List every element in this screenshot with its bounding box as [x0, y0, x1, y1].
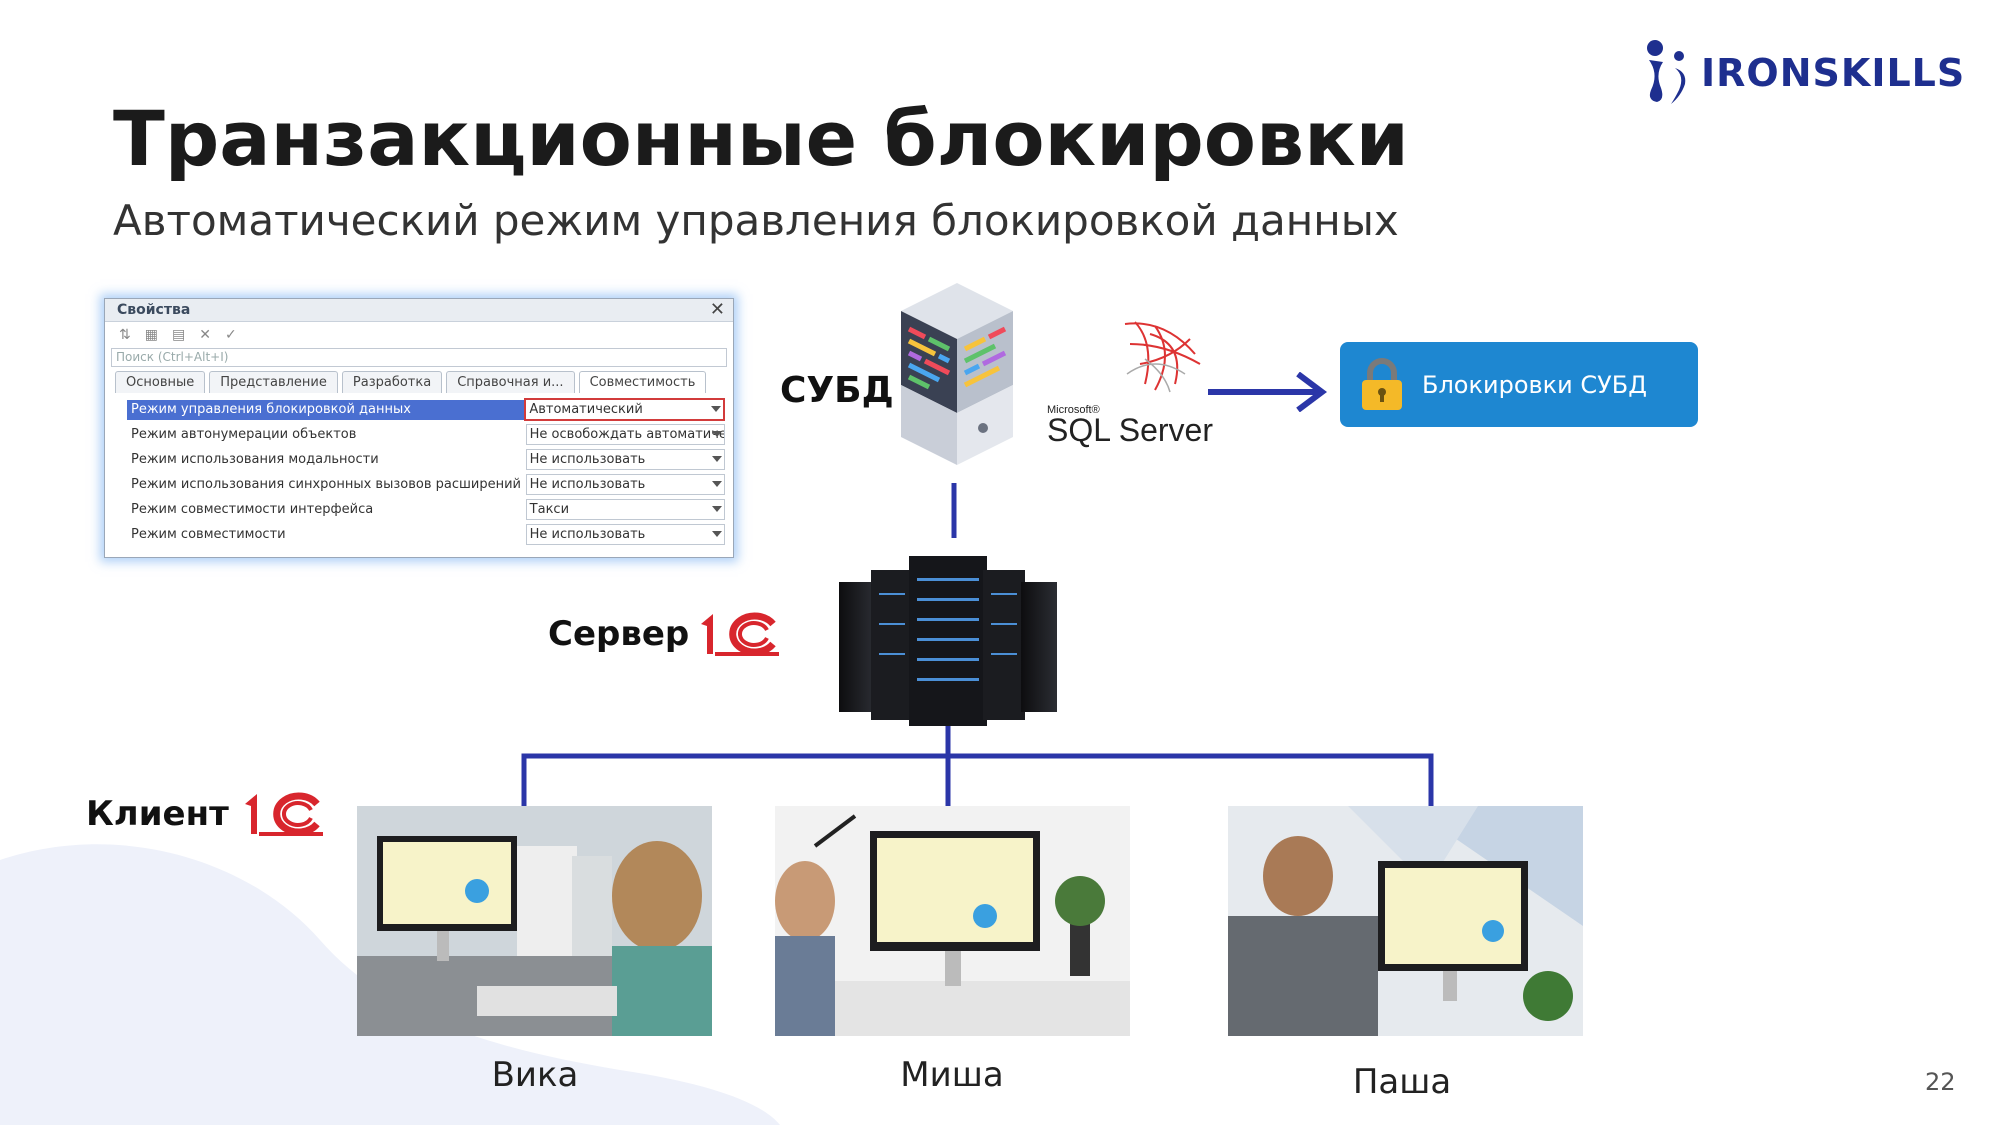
user-name: Паша [1352, 1062, 1452, 1102]
server-rack-icon [839, 556, 1057, 726]
user-name: Миша [900, 1055, 1004, 1095]
user-photo [775, 806, 1130, 1036]
1c-logo-icon [244, 792, 323, 836]
1c-logo-icon [701, 612, 780, 656]
server-1c-label: Сервер [548, 610, 785, 658]
user-photo [1228, 806, 1583, 1036]
page-number: 22 [1925, 1068, 1956, 1096]
workstation-image [357, 806, 712, 1036]
server-label: Сервер [548, 614, 690, 654]
client-1c-label: Клиент [86, 790, 329, 838]
workstation-image [1228, 806, 1583, 1036]
user-name: Вика [491, 1055, 579, 1095]
user-photo [357, 806, 712, 1036]
workstation-image [775, 806, 1130, 1036]
client-label: Клиент [86, 794, 229, 834]
